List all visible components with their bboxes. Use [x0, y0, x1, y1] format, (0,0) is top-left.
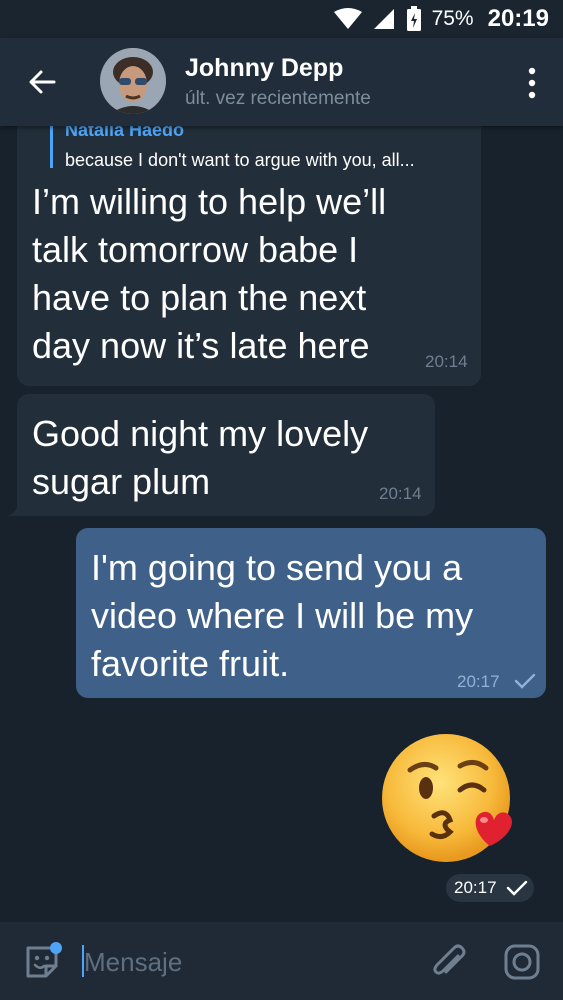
reply-quote-text: because I don't want to argue with you, …	[65, 150, 415, 170]
message-list[interactable]: Natalia Haedo because I don't want to ar…	[0, 126, 563, 922]
camera-icon[interactable]	[502, 942, 542, 982]
message-line: favorite fruit.	[91, 643, 290, 684]
check-icon	[506, 880, 528, 896]
battery-icon	[406, 6, 421, 31]
message-input[interactable]	[82, 940, 406, 984]
back-arrow-icon[interactable]	[24, 64, 60, 100]
sticker-time-badge: 20:17	[446, 874, 534, 902]
message-line: day now it’s late here	[32, 325, 370, 366]
status-clock: 20:19	[487, 5, 549, 32]
bubble-tail	[7, 504, 19, 516]
contact-name[interactable]: Johnny Depp	[185, 54, 343, 83]
incoming-message[interactable]: Good night my lovely sugar plum 20:14	[17, 394, 435, 516]
sticker-emoji-icon[interactable]	[22, 942, 62, 982]
more-vert-icon[interactable]	[527, 66, 537, 100]
signal-icon	[373, 9, 394, 29]
contact-last-seen: últ. vez recientemente	[185, 88, 371, 109]
message-line: talk tomorrow babe I	[32, 229, 359, 270]
status-bar: 75% 20:19	[0, 0, 563, 38]
message-line: video where I will be my	[91, 595, 474, 636]
battery-percent: 75%	[431, 7, 474, 30]
paperclip-icon[interactable]	[430, 942, 470, 982]
reply-quote-name: Natalia Haedo	[65, 126, 185, 140]
message-line: I'm going to send you a	[91, 547, 463, 588]
message-time: 20:17	[457, 672, 500, 691]
wifi-icon	[333, 8, 362, 29]
message-line: Good night my lovely	[32, 413, 369, 454]
message-time: 20:14	[379, 484, 422, 503]
incoming-message[interactable]: Natalia Haedo because I don't want to ar…	[17, 126, 481, 386]
message-line: have to plan the next	[32, 277, 367, 318]
outgoing-message[interactable]: I'm going to send you a video where I wi…	[76, 528, 546, 698]
check-icon	[514, 673, 536, 689]
message-time: 20:14	[425, 352, 468, 371]
chat-header: Johnny Depp últ. vez recientemente	[0, 38, 563, 126]
message-line: sugar plum	[32, 461, 211, 502]
avatar[interactable]	[100, 48, 166, 114]
kissing-heart-emoji[interactable]	[380, 728, 520, 868]
message-input-bar	[0, 922, 563, 1000]
avatar-image	[100, 48, 166, 114]
message-line: I’m willing to help we’ll	[32, 181, 387, 222]
message-time: 20:17	[454, 878, 497, 897]
reply-quote-bar	[50, 126, 53, 168]
